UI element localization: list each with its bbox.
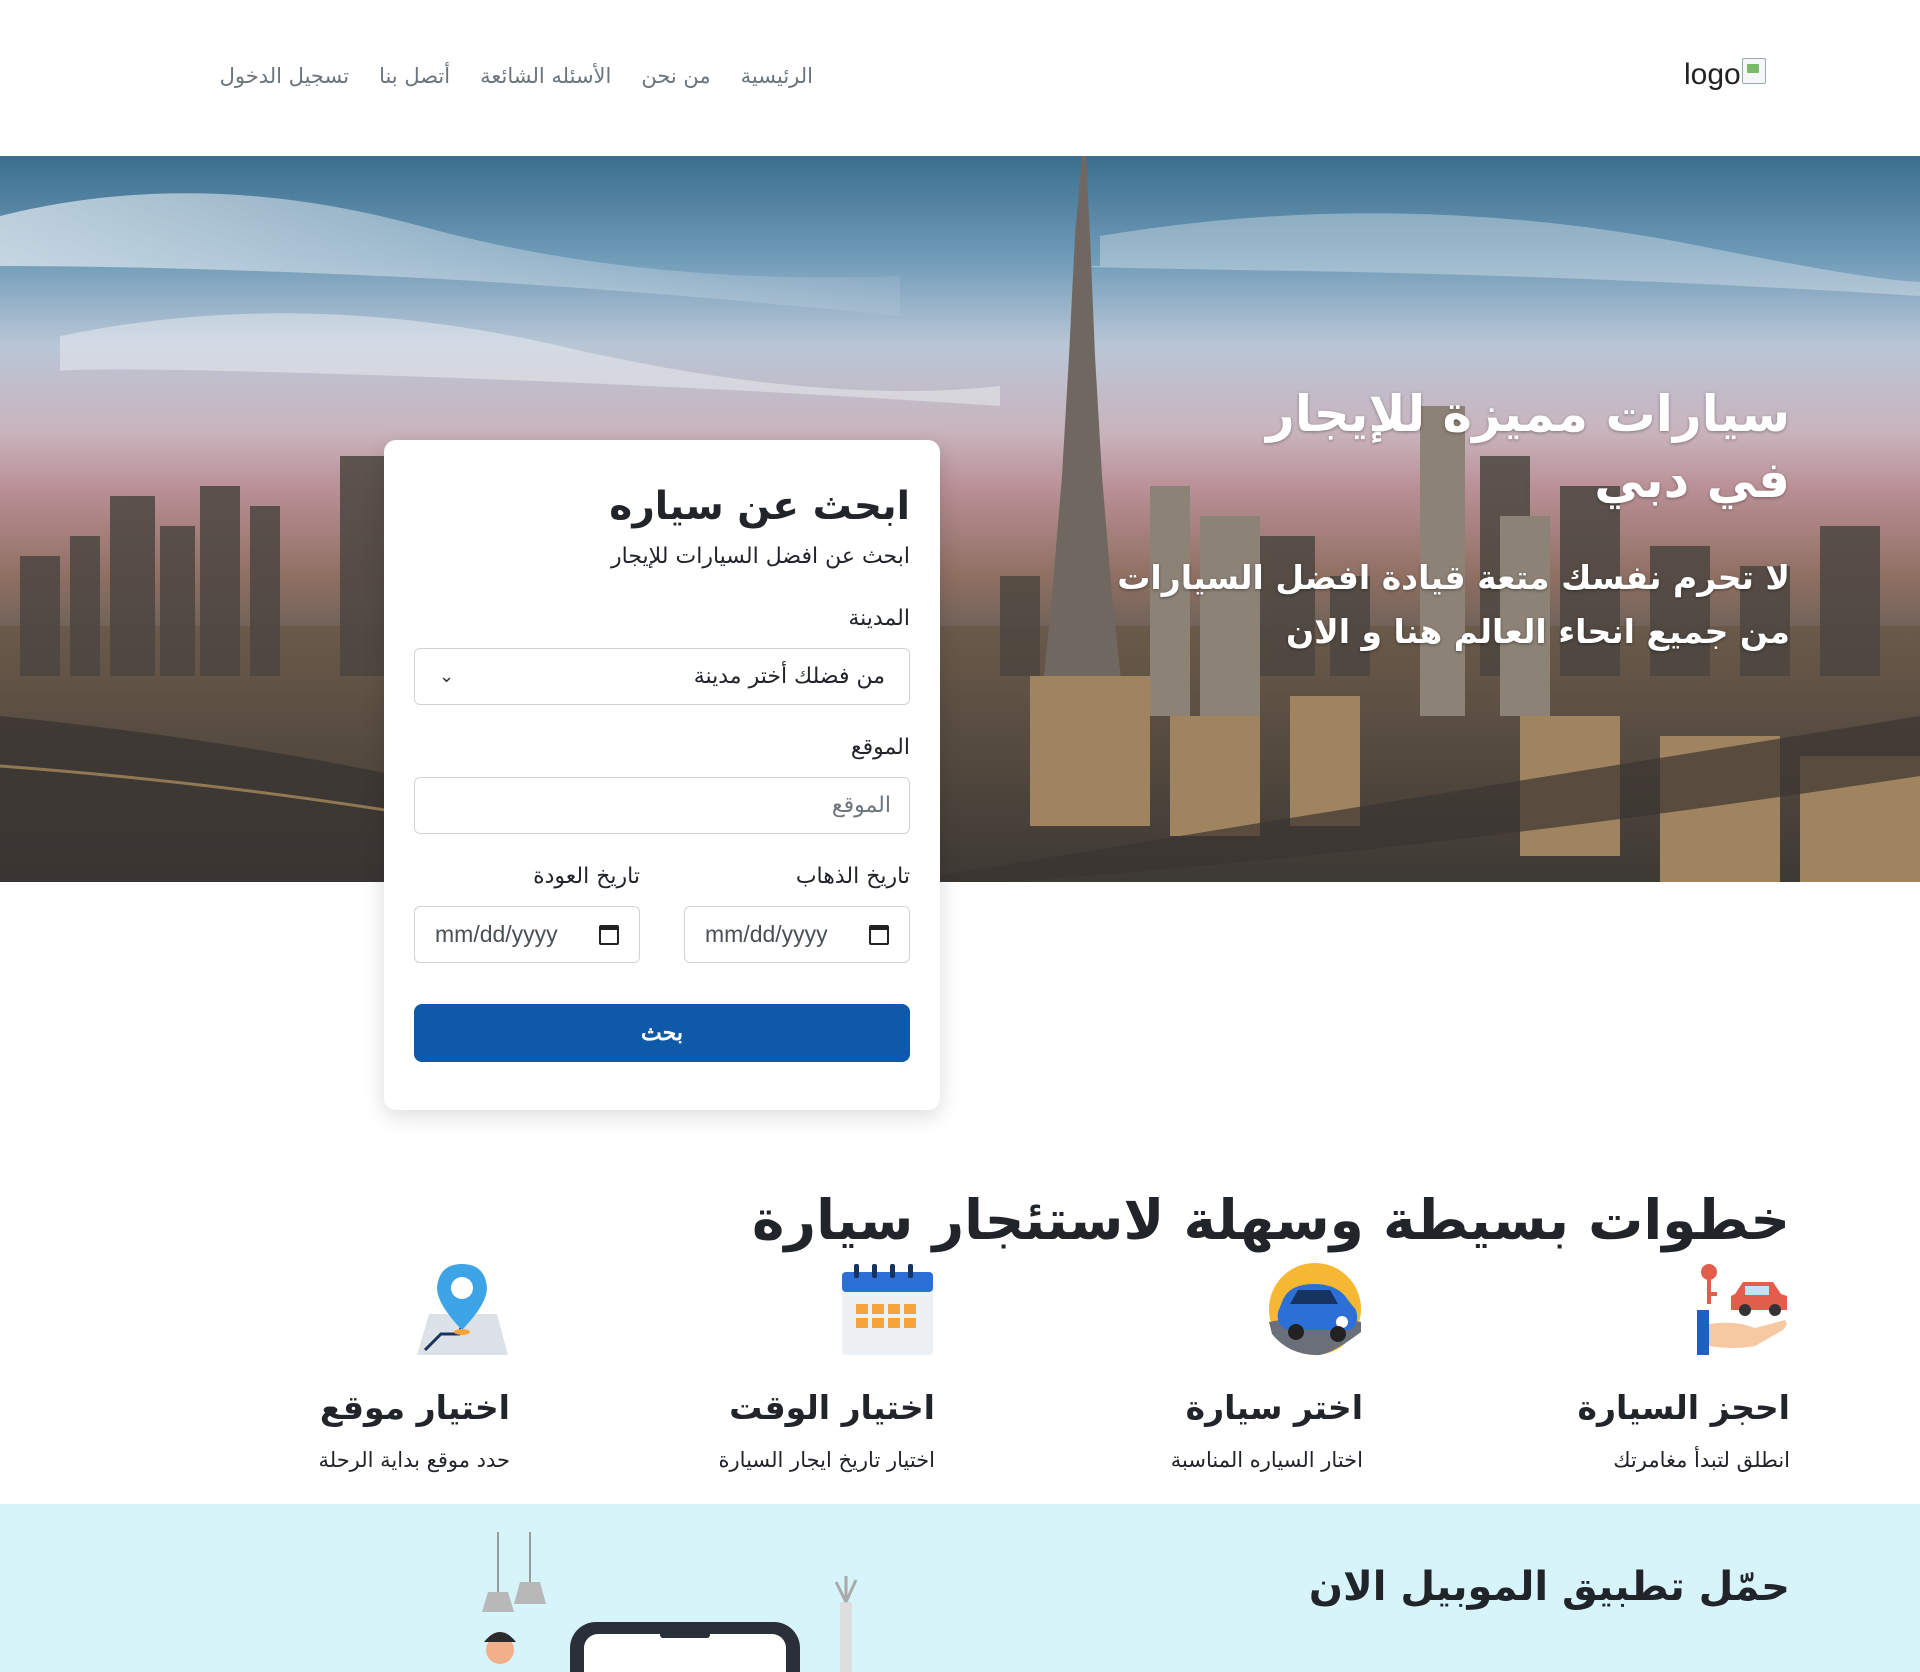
nav-link-about[interactable]: من نحن: [641, 64, 710, 88]
nav-link-faq[interactable]: الأسئله الشائعة: [480, 64, 611, 88]
blue-car-icon: [1269, 1263, 1361, 1356]
logo-alt-text: logo: [1684, 58, 1741, 91]
step-title: اختيار موقع: [319, 1388, 510, 1427]
step-title: اختر سيارة: [1185, 1388, 1363, 1427]
chevron-down-icon: ⌄: [439, 666, 455, 687]
step-desc: اختار السياره المناسبة: [1170, 1448, 1363, 1472]
logo[interactable]: logo: [1684, 58, 1766, 92]
broken-image-icon: [1741, 58, 1766, 84]
step-desc: حدد موقع بداية الرحلة: [318, 1448, 510, 1472]
hero-subtitle: لا تحرم نفسك متعة قيادة افضل السيارات من…: [1117, 558, 1790, 651]
step-title: اختيار الوقت: [729, 1388, 935, 1427]
map-pin-icon: [417, 1264, 508, 1355]
car-search-form: ابحث عن سياره ابحث عن افضل السيارات للإي…: [384, 440, 940, 1110]
location-placeholder: الموقع: [831, 793, 891, 818]
return-date-label: تاريخ العودة: [533, 864, 640, 889]
city-select[interactable]: من فضلك أختر مدينة ⌄: [414, 648, 910, 705]
search-button[interactable]: بحث: [414, 1004, 910, 1062]
car-key-hand-icon: [1697, 1264, 1787, 1355]
nav-link-login[interactable]: تسجيل الدخول: [220, 64, 349, 88]
hero-banner: سيارات مميزة للإيجار في دبي لا تحرم نفسك…: [0, 156, 1920, 882]
location-label: الموقع: [850, 735, 910, 760]
step-desc: انطلق لتبدأ مغامرتك: [1613, 1448, 1790, 1472]
dubai-skyline-image: [0, 156, 1920, 882]
calendar-picker-icon[interactable]: [869, 924, 889, 945]
depart-date-input[interactable]: mm/dd/yyyy: [684, 906, 910, 963]
nav-link-contact[interactable]: أتصل بنا: [379, 64, 450, 88]
return-date-value: mm/dd/yyyy: [435, 921, 558, 947]
calendar-picker-icon[interactable]: [599, 924, 619, 945]
location-input[interactable]: الموقع: [414, 777, 910, 834]
hero-title: سيارات مميزة للإيجار في دبي: [1266, 385, 1790, 509]
search-title: ابحث عن سياره: [609, 484, 910, 529]
step-desc: اختيار تاريخ ايجار السيارة: [718, 1448, 935, 1472]
return-date-input[interactable]: mm/dd/yyyy: [414, 906, 640, 963]
steps-title: خطوات بسيطة وسهلة لاستئجار سيارة: [751, 1188, 1790, 1252]
nav-link-home[interactable]: الرئيسية: [741, 64, 813, 88]
navbar: logo الرئيسية من نحن الأسئله الشائعة أتص…: [0, 0, 1920, 156]
depart-date-label: تاريخ الذهاب: [795, 864, 910, 889]
step-title: احجز السيارة: [1577, 1388, 1790, 1427]
phone-illustration: [482, 1532, 858, 1672]
calendar-icon: [842, 1264, 933, 1355]
mobile-app-section: حمّل تطبيق الموبيل الان: [0, 1504, 1920, 1672]
search-subtitle: ابحث عن افضل السيارات للإيجار: [611, 544, 910, 569]
city-label: المدينة: [848, 606, 910, 631]
app-section-title: حمّل تطبيق الموبيل الان: [1308, 1564, 1790, 1610]
depart-date-value: mm/dd/yyyy: [705, 921, 828, 947]
nav-links: الرئيسية من نحن الأسئله الشائعة أتصل بنا…: [220, 64, 813, 88]
city-select-value: من فضلك أختر مدينة: [693, 664, 885, 689]
